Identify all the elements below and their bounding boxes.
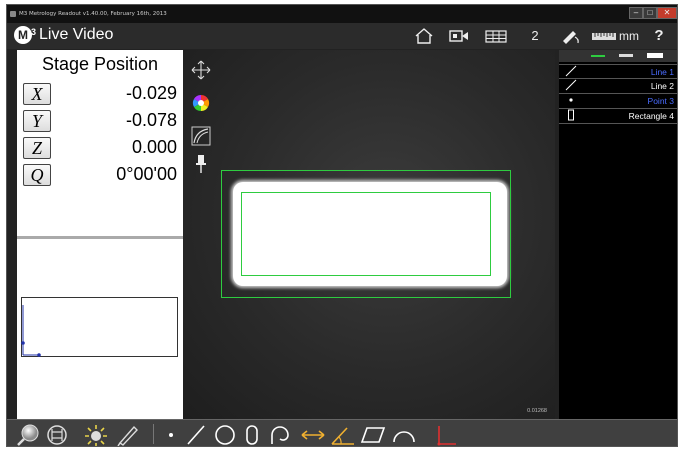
x-axis-value: -0.029 xyxy=(125,83,177,103)
m3-logo: M3 xyxy=(14,26,36,44)
window-title: M3 Metrology Readout v1.40.00, February … xyxy=(19,11,167,17)
pen-icon[interactable] xyxy=(115,423,141,446)
toolbar-separator xyxy=(153,424,154,444)
light-icon[interactable] xyxy=(83,423,109,446)
app-window: M3 Metrology Readout v1.40.00, February … xyxy=(6,4,678,447)
color-wheel-icon[interactable] xyxy=(191,94,211,114)
measure-toolbar xyxy=(7,419,677,446)
units-label[interactable]: mm xyxy=(619,27,639,45)
stage-position-panel: Stage Position X -0.029 Y -0.078 Z 0.000… xyxy=(17,50,183,236)
part-view-panel xyxy=(17,236,183,419)
pin-icon[interactable] xyxy=(191,154,211,174)
y-axis-button[interactable]: Y xyxy=(23,110,51,132)
feature-label: Point 3 xyxy=(647,96,674,106)
count-label: 2 xyxy=(531,28,539,43)
feature-item-point-3[interactable]: Point 3 xyxy=(559,94,677,109)
feature-item-rectangle-4[interactable]: Rectangle 4 xyxy=(559,109,677,126)
feature-item-line-2[interactable]: Line 2 xyxy=(559,79,677,94)
x-axis-button[interactable]: X xyxy=(23,83,51,105)
magnifier-icon[interactable] xyxy=(15,423,41,446)
parallelogram-tool-icon[interactable] xyxy=(359,423,387,445)
ruler-icon[interactable] xyxy=(591,27,617,45)
measured-rectangle-outline xyxy=(241,192,491,276)
circle-fit-icon[interactable] xyxy=(45,423,69,445)
y-axis-value: -0.078 xyxy=(125,110,177,130)
line-weight-thick-icon[interactable] xyxy=(591,55,605,57)
app-toolbar: M3 Live Video 2 mm ? xyxy=(7,23,677,49)
line-weight-medium-icon[interactable] xyxy=(619,54,633,57)
feature-label: Line 1 xyxy=(650,67,674,77)
maximize-button[interactable]: □ xyxy=(643,7,657,19)
feature-label: Line 2 xyxy=(650,81,674,91)
feature-item-line-1[interactable]: Line 1 xyxy=(559,64,677,79)
probe-icon[interactable] xyxy=(559,27,581,45)
angle-tool-icon[interactable] xyxy=(329,423,357,445)
skew-axis-tool-icon[interactable] xyxy=(431,423,459,446)
point-tool-icon[interactable] xyxy=(163,423,179,445)
title-bar: M3 Metrology Readout v1.40.00, February … xyxy=(7,5,677,23)
view-title: Live Video xyxy=(39,26,114,43)
circle-tool-icon[interactable] xyxy=(213,423,237,445)
video-coordinate-readout: 0.01268 xyxy=(527,408,547,414)
feature-list-header xyxy=(559,50,677,62)
live-video-view[interactable]: 0.01268 xyxy=(183,50,555,419)
minimize-button[interactable]: – xyxy=(629,7,643,19)
z-axis-value: 0.000 xyxy=(131,137,177,157)
q-axis-value: 0°00'00 xyxy=(116,164,177,184)
part-view-frame[interactable] xyxy=(21,297,178,357)
q-axis-button[interactable]: Q xyxy=(23,164,51,186)
home-icon[interactable] xyxy=(413,27,435,45)
edge-detect-icon[interactable] xyxy=(191,126,211,146)
video-camera-icon[interactable] xyxy=(447,27,471,45)
distance-tool-icon[interactable] xyxy=(299,423,327,445)
help-button[interactable]: ? xyxy=(651,27,667,45)
z-axis-button[interactable]: Z xyxy=(23,137,51,159)
close-button[interactable]: ✕ xyxy=(657,7,677,19)
stage-position-title: Stage Position xyxy=(41,54,159,74)
feature-label: Rectangle 4 xyxy=(628,111,674,121)
feature-list-panel: Line 1 Line 2 Point 3 Rectangle 4 xyxy=(559,50,677,419)
app-small-icon xyxy=(10,11,16,17)
move-arrows-icon[interactable] xyxy=(191,60,211,80)
line-tool-icon[interactable] xyxy=(185,423,207,445)
curve-tool-icon[interactable] xyxy=(391,423,417,445)
arc-tool-icon[interactable] xyxy=(267,423,293,445)
grid-icon[interactable] xyxy=(483,27,509,45)
line-weight-wide-icon[interactable] xyxy=(647,53,663,58)
rectangle-icon xyxy=(565,109,577,126)
slot-tool-icon[interactable] xyxy=(243,423,261,445)
part-view-drawing xyxy=(21,305,41,357)
